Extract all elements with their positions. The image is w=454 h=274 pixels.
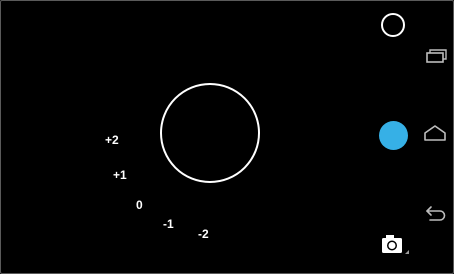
recent-apps-icon <box>426 49 447 63</box>
camera-screen: +2 +1 0 -1 -2 <box>0 0 454 274</box>
back-button[interactable] <box>418 198 452 228</box>
home-button[interactable] <box>418 119 452 149</box>
exposure-plus-1[interactable]: +1 <box>113 168 127 182</box>
exposure-minus-2[interactable]: -2 <box>198 227 209 241</box>
recent-apps-button[interactable] <box>418 42 452 72</box>
back-icon <box>426 206 446 221</box>
camera-icon <box>382 235 409 254</box>
exposure-plus-2[interactable]: +2 <box>105 133 119 147</box>
exposure-minus-1[interactable]: -1 <box>163 217 174 231</box>
home-icon <box>424 125 446 141</box>
focus-ring[interactable] <box>160 83 260 183</box>
shutter-button[interactable] <box>379 121 408 150</box>
mode-selector-icon[interactable] <box>381 13 405 37</box>
camera-switch-icon[interactable] <box>381 234 411 256</box>
exposure-zero[interactable]: 0 <box>136 198 143 212</box>
